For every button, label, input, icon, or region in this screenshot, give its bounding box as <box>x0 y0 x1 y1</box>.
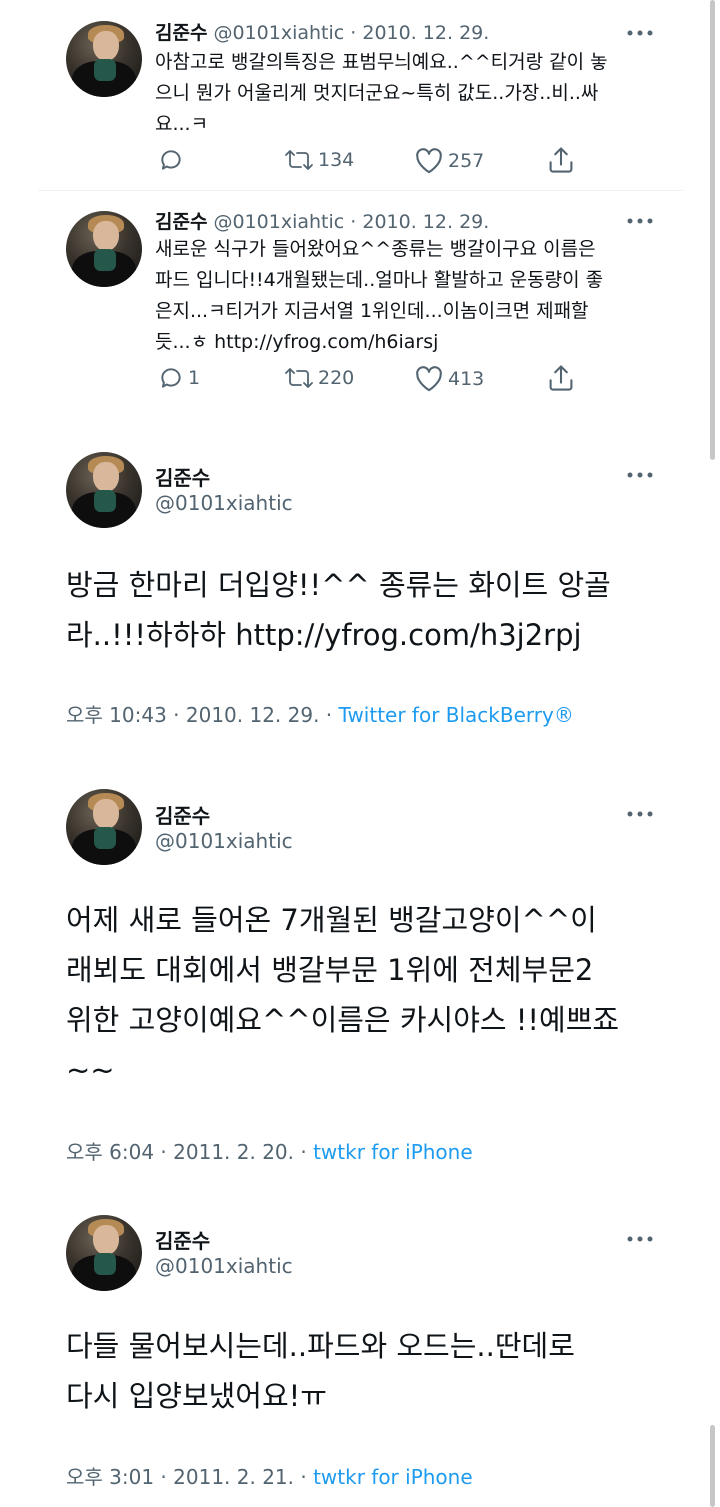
tweet-source[interactable]: twtkr for iPhone <box>313 1140 473 1164</box>
more-icon[interactable] <box>627 30 653 36</box>
share-icon <box>547 363 579 393</box>
tweet-time[interactable]: 오후 10:43 · 2010. 12. 29. · <box>66 703 339 727</box>
tweet-text-line: 새로운 식구가 들어왔어요^^종류는 뱅갈이구요 이름은 <box>155 238 596 260</box>
avatar[interactable] <box>66 21 142 97</box>
like-button[interactable]: 413 <box>414 365 484 392</box>
retweet-button[interactable]: 220 <box>284 365 354 391</box>
like-count: 413 <box>448 367 485 390</box>
avatar[interactable] <box>66 1215 142 1291</box>
retweet-icon <box>284 365 318 391</box>
share-button[interactable] <box>547 363 579 393</box>
tweet-time[interactable]: 오후 3:01 · 2011. 2. 21. · <box>66 1465 313 1489</box>
tweet-header: 김준수 @0101xiahtic · 2010. 12. 29. <box>155 18 489 45</box>
tweet-text-line: 듯...ㅎ http://yfrog.com/h6iarsj <box>155 331 439 353</box>
more-icon[interactable] <box>627 218 653 224</box>
author-handle[interactable]: @0101xiahtic <box>214 22 345 44</box>
avatar[interactable] <box>66 452 142 528</box>
tweet-timestamp: 오후 10:43 · 2010. 12. 29. · Twitter for B… <box>66 699 574 728</box>
reply-icon <box>158 147 188 173</box>
retweet-count: 220 <box>318 367 355 389</box>
tweet-date[interactable]: · 2010. 12. 29. <box>350 211 489 233</box>
tweet-text-line: 다시 입양보냈어요!ㅠ <box>66 1379 327 1413</box>
author-handle[interactable]: @0101xiahtic <box>155 491 293 515</box>
tweet-text-line: 요...ㅋ <box>155 113 209 135</box>
tweet-source[interactable]: Twitter for BlackBerry® <box>339 703 574 727</box>
share-icon <box>547 145 579 175</box>
like-icon <box>414 365 448 392</box>
tweet-text: 아참고로 뱅갈의특징은 표범무늬예요..^^티거랑 같이 놓 으니 뭔가 어울리… <box>155 47 655 140</box>
reply-button[interactable] <box>158 147 188 173</box>
tweet-text: 새로운 식구가 들어왔어요^^종류는 뱅갈이구요 이름은 파드 입니다!!4개월… <box>155 234 655 358</box>
retweet-count: 134 <box>318 149 355 171</box>
tweet-text-line: 방금 한마리 더입양!!^^ 종류는 화이트 앙골 <box>66 568 611 602</box>
retweet-button[interactable]: 134 <box>284 147 354 173</box>
tweet-text-line: 으니 뭔가 어울리게 멋지더군요~특히 값도..가장..비..싸 <box>155 82 599 104</box>
scrollbar-thumb[interactable] <box>710 1425 715 1507</box>
author-handle[interactable]: @0101xiahtic <box>155 829 293 853</box>
reply-icon <box>158 365 188 391</box>
reply-count: 1 <box>188 367 201 389</box>
tweet-header: 김준수 @0101xiahtic · 2010. 12. 29. <box>155 207 489 234</box>
more-icon[interactable] <box>627 472 653 478</box>
tweet-text-line: 라..!!!하하하 http://yfrog.com/h3j2rpj <box>66 618 582 652</box>
more-icon[interactable] <box>627 811 653 817</box>
tweet-text-line: 어제 새로 들어온 7개월된 뱅갈고양이^^이 <box>66 903 597 937</box>
reply-button[interactable]: 1 <box>158 365 200 391</box>
like-count: 257 <box>448 149 485 172</box>
author-name[interactable]: 김준수 <box>155 800 210 829</box>
like-button[interactable]: 257 <box>414 147 484 174</box>
more-icon[interactable] <box>627 1236 653 1242</box>
tweet-time[interactable]: 오후 6:04 · 2011. 2. 20. · <box>66 1140 313 1164</box>
tweet-text-line: 위한 고양이예요^^이름은 카시야스 !!예쁘죠 <box>66 1003 620 1037</box>
tweet-text: 어제 새로 들어온 7개월된 뱅갈고양이^^이 래뵈도 대회에서 뱅갈부문 1위… <box>66 895 686 1095</box>
tweet-text-line: 다들 물어보시는데..파드와 오드는..딴데로 <box>66 1329 575 1363</box>
author-handle[interactable]: @0101xiahtic <box>214 211 345 233</box>
tweet-text-line: ~~ <box>66 1053 115 1087</box>
avatar[interactable] <box>66 789 142 865</box>
retweet-icon <box>284 147 318 173</box>
tweet-text-line: 파드 입니다!!4개월됐는데..얼마나 활발하고 운동량이 좋 <box>155 269 604 291</box>
author-name[interactable]: 김준수 <box>155 22 207 44</box>
author-name[interactable]: 김준수 <box>155 211 207 233</box>
share-button[interactable] <box>547 145 579 175</box>
tweet-text-line: 은지...ㅋ티거가 지금서열 1위인데...이놈이크면 제패할 <box>155 300 589 322</box>
author-handle[interactable]: @0101xiahtic <box>155 1254 293 1278</box>
scrollbar-thumb[interactable] <box>710 0 715 460</box>
like-icon <box>414 147 448 174</box>
tweet-date[interactable]: · 2010. 12. 29. <box>350 22 489 44</box>
avatar[interactable] <box>66 211 142 287</box>
author-name[interactable]: 김준수 <box>155 462 210 491</box>
tweet-text: 다들 물어보시는데..파드와 오드는..딴데로 다시 입양보냈어요!ㅠ <box>66 1321 686 1421</box>
author-name[interactable]: 김준수 <box>155 1225 210 1254</box>
divider <box>38 190 683 191</box>
tweet-text-line: 아참고로 뱅갈의특징은 표범무늬예요..^^티거랑 같이 놓 <box>155 51 608 73</box>
tweet-text: 방금 한마리 더입양!!^^ 종류는 화이트 앙골 라..!!!하하하 http… <box>66 560 686 660</box>
tweet-timestamp: 오후 3:01 · 2011. 2. 21. · twtkr for iPhon… <box>66 1461 473 1490</box>
tweet-source[interactable]: twtkr for iPhone <box>313 1465 473 1489</box>
tweet-text-line: 래뵈도 대회에서 뱅갈부문 1위에 전체부문2 <box>66 953 594 987</box>
tweet-timestamp: 오후 6:04 · 2011. 2. 20. · twtkr for iPhon… <box>66 1136 473 1165</box>
